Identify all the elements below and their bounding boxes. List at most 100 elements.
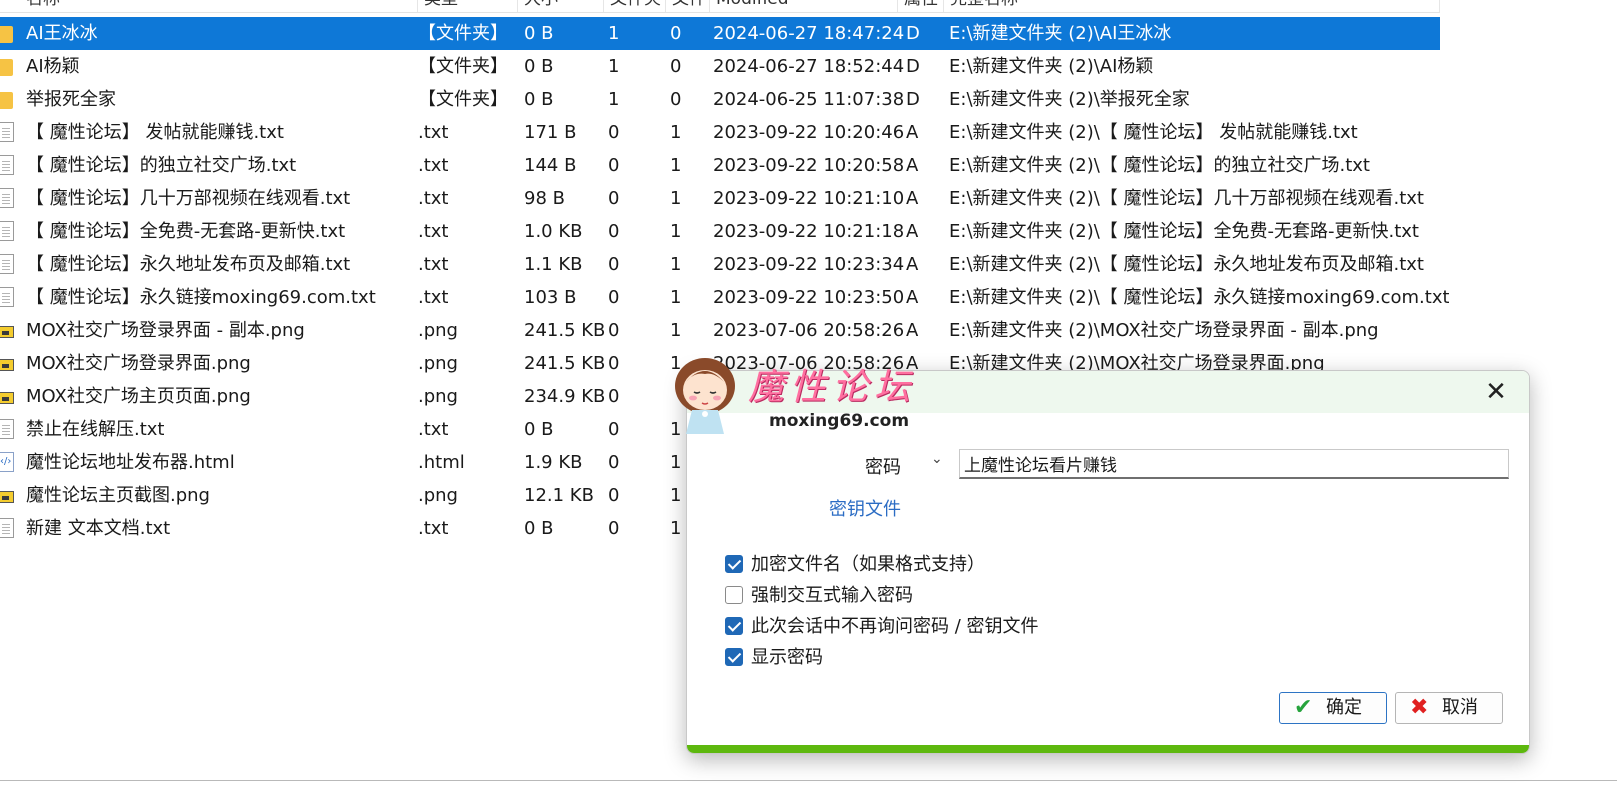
modified-cell: 2023-09-22 10:23:34 bbox=[713, 254, 905, 275]
folder-count-cell: 0 bbox=[608, 287, 620, 308]
checkmark-icon: ✔ bbox=[1294, 695, 1313, 720]
column-header-name[interactable]: 名称 bbox=[20, 0, 418, 12]
file-count-cell: 1 bbox=[670, 287, 682, 308]
option-row[interactable]: 加密文件名（如果格式支持） bbox=[725, 554, 985, 578]
table-row[interactable]: AI杨颖 【文件夹】 0 B 1 0 2024-06-27 18:52:44 D E:\新建文… bbox=[0, 50, 1440, 83]
option-label: 此次会话中不再询问密码 / 密钥文件 bbox=[751, 616, 1039, 637]
table-row[interactable]: 举报死全家 【文件夹】 0 B 1 0 2024-06-25 11:07:38 D E:\新建… bbox=[0, 83, 1440, 116]
file-count-cell: 1 bbox=[670, 122, 682, 143]
attributes-cell: A bbox=[906, 254, 919, 275]
table-row[interactable]: 【 魔性论坛】的独立社交广场.txt .txt 144 B 0 1 2023-09-22 … bbox=[0, 149, 1440, 182]
cross-icon: ✖ bbox=[1410, 695, 1429, 720]
modified-cell: 2023-09-22 10:20:46 bbox=[713, 122, 905, 143]
attributes-cell: A bbox=[906, 287, 919, 308]
file-name-cell: 【 魔性论坛】全免费-无套路-更新快.txt bbox=[26, 221, 346, 242]
modified-cell: 2024-06-27 18:52:44 bbox=[713, 56, 905, 77]
file-type-cell: .png bbox=[418, 485, 458, 506]
folder-count-cell: 0 bbox=[608, 254, 620, 275]
table-row[interactable]: 【 魔性论坛】几十万部视频在线观看.txt .txt 98 B 0 1 2023-09-2… bbox=[0, 182, 1440, 215]
file-type-cell: 【文件夹】 bbox=[418, 56, 508, 77]
file-type-cell: .png bbox=[418, 320, 458, 341]
file-type-cell: .png bbox=[418, 386, 458, 407]
folder-count-cell: 0 bbox=[608, 419, 620, 440]
mascot-girl-icon bbox=[675, 358, 735, 434]
password-label: 密码 bbox=[865, 457, 901, 478]
file-count-cell: 1 bbox=[670, 254, 682, 275]
file-size-cell: 0 B bbox=[524, 89, 554, 110]
folder-count-cell: 0 bbox=[608, 155, 620, 176]
table-row[interactable]: 【 魔性论坛】 发帖就能赚钱.txt .txt 171 B 0 1 2023-09-22 … bbox=[0, 116, 1440, 149]
table-row[interactable]: 【 魔性论坛】永久地址发布页及邮箱.txt .txt 1.1 KB 0 1 2023-09… bbox=[0, 248, 1440, 281]
password-input[interactable] bbox=[959, 449, 1509, 479]
full-path-cell: E:\新建文件夹 (2)\【 魔性论坛】 发帖就能赚钱.txt bbox=[949, 122, 1358, 143]
full-path-cell: E:\新建文件夹 (2)\【 魔性论坛】全免费-无套路-更新快.txt bbox=[949, 221, 1419, 242]
ok-button-label: 确定 bbox=[1326, 697, 1362, 718]
file-name-cell: 【 魔性论坛】永久地址发布页及邮箱.txt bbox=[26, 254, 351, 275]
progress-bar bbox=[687, 745, 1529, 753]
checkbox-checked[interactable] bbox=[725, 555, 743, 573]
option-label: 加密文件名（如果格式支持） bbox=[751, 554, 985, 575]
checkbox-checked[interactable] bbox=[725, 617, 743, 635]
modified-cell: 2024-06-27 18:47:24 bbox=[713, 23, 905, 44]
option-label: 显示密码 bbox=[751, 647, 823, 668]
full-path-cell: E:\新建文件夹 (2)\【 魔性论坛】几十万部视频在线观看.txt bbox=[949, 188, 1424, 209]
attributes-cell: A bbox=[906, 188, 919, 209]
checkbox-checked[interactable] bbox=[725, 648, 743, 666]
attributes-cell: D bbox=[906, 56, 920, 77]
file-size-cell: 171 B bbox=[524, 122, 577, 143]
file-name-cell: AI杨颖 bbox=[26, 56, 80, 77]
attributes-cell: D bbox=[906, 23, 920, 44]
watermark-brand: 魔性论坛 bbox=[748, 367, 917, 408]
modified-cell: 2023-09-22 10:23:50 bbox=[713, 287, 905, 308]
modified-cell: 2023-09-22 10:21:10 bbox=[713, 188, 905, 209]
full-path-cell: E:\新建文件夹 (2)\【 魔性论坛】的独立社交广场.txt bbox=[949, 155, 1370, 176]
option-row[interactable]: 此次会话中不再询问密码 / 密钥文件 bbox=[725, 616, 1039, 640]
column-header-modified[interactable]: Modified bbox=[710, 0, 898, 12]
password-history-dropdown-icon[interactable]: ⌄ bbox=[931, 451, 943, 467]
ok-button[interactable]: ✔ 确定 bbox=[1279, 692, 1387, 724]
file-type-cell: .txt bbox=[418, 155, 449, 176]
folder-count-cell: 0 bbox=[608, 452, 620, 473]
file-size-cell: 12.1 KB bbox=[524, 485, 594, 506]
file-size-cell: 98 B bbox=[524, 188, 565, 209]
file-count-cell: 0 bbox=[670, 56, 682, 77]
checkbox-unchecked[interactable] bbox=[725, 586, 743, 604]
table-row[interactable]: 【 魔性论坛】永久链接moxing69.com.txt .txt 103 B 0 1 20… bbox=[0, 281, 1449, 314]
table-row[interactable]: AI王冰冰 【文件夹】 0 B 1 0 2024-06-27 18:47:24 D E:\新建… bbox=[0, 17, 1440, 50]
folder-count-cell: 1 bbox=[608, 89, 620, 110]
file-type-cell: .txt bbox=[418, 419, 449, 440]
attributes-cell: A bbox=[906, 320, 919, 341]
full-path-cell: E:\新建文件夹 (2)\【 魔性论坛】永久链接moxing69.com.txt bbox=[949, 287, 1449, 308]
file-count-cell: 1 bbox=[670, 221, 682, 242]
file-size-cell: 1.0 KB bbox=[524, 221, 583, 242]
cancel-button[interactable]: ✖ 取消 bbox=[1395, 692, 1503, 724]
file-name-cell: 【 魔性论坛】几十万部视频在线观看.txt bbox=[26, 188, 351, 209]
column-header-full-path[interactable]: 完整名称 bbox=[944, 0, 1440, 12]
file-type-cell: .txt bbox=[418, 122, 449, 143]
attributes-cell: A bbox=[906, 155, 919, 176]
keyfile-link[interactable]: 密钥文件 bbox=[829, 495, 901, 521]
progress-bar-fill bbox=[687, 745, 1529, 753]
file-size-cell: 0 B bbox=[524, 518, 554, 539]
file-count-cell: 0 bbox=[670, 89, 682, 110]
folder-count-cell: 0 bbox=[608, 221, 620, 242]
option-row[interactable]: 强制交互式输入密码 bbox=[725, 585, 913, 609]
file-name-cell: 【 魔性论坛】 发帖就能赚钱.txt bbox=[26, 122, 284, 143]
column-header-attributes[interactable]: 属性 bbox=[898, 0, 944, 12]
file-size-cell: 234.9 KB bbox=[524, 386, 606, 407]
file-type-cell: 【文件夹】 bbox=[418, 89, 508, 110]
file-type-cell: .txt bbox=[418, 188, 449, 209]
file-name-cell: 【 魔性论坛】的独立社交广场.txt bbox=[26, 155, 297, 176]
full-path-cell: E:\新建文件夹 (2)\AI王冰冰 bbox=[949, 23, 1172, 44]
column-header-size[interactable]: 大小 bbox=[518, 0, 604, 12]
close-icon[interactable]: ✕ bbox=[1481, 377, 1511, 407]
column-header-files[interactable]: 文件 bbox=[666, 0, 710, 12]
attributes-cell: A bbox=[906, 122, 919, 143]
option-row[interactable]: 显示密码 bbox=[725, 647, 823, 671]
file-type-cell: .txt bbox=[418, 518, 449, 539]
column-header-folders[interactable]: 文件夹 bbox=[604, 0, 666, 12]
column-header-type[interactable]: 类型 bbox=[418, 0, 518, 12]
file-size-cell: 0 B bbox=[524, 419, 554, 440]
table-row[interactable]: 【 魔性论坛】全免费-无套路-更新快.txt .txt 1.0 KB 0 1 2023-0… bbox=[0, 215, 1440, 248]
file-name-cell: 新建 文本文档.txt bbox=[26, 518, 171, 539]
